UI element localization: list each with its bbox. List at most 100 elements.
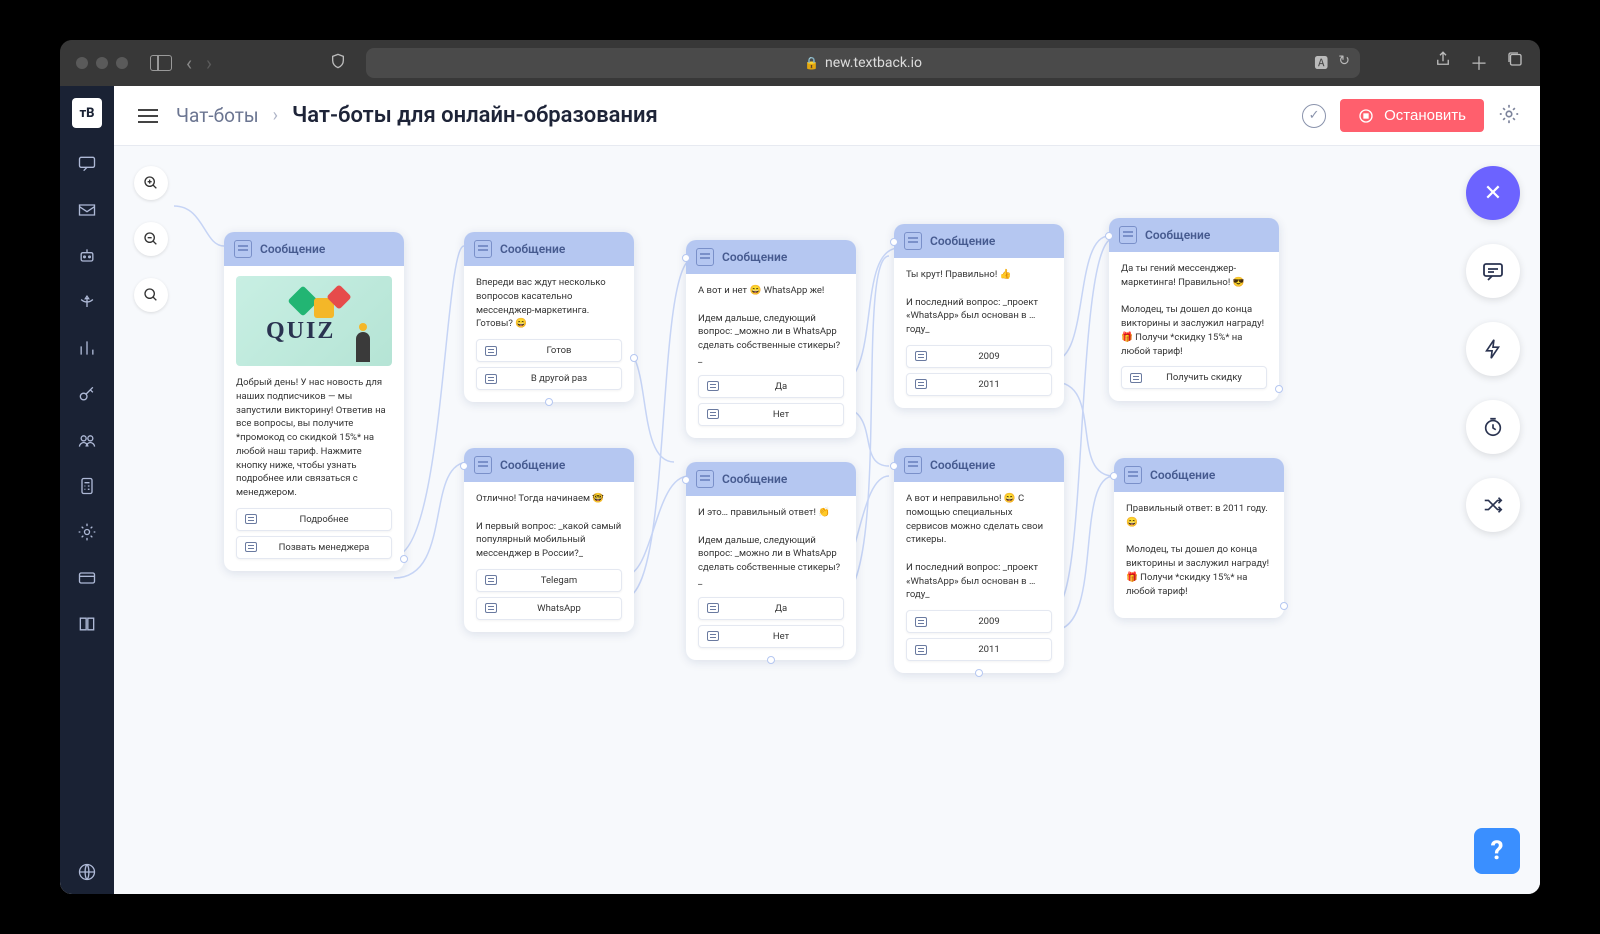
app-header: Чат-боты › Чат-боты для онлайн-образован… [114,86,1540,146]
node-title: Сообщение [500,242,565,256]
message-icon [1119,226,1137,244]
url-text: new.textback.io [825,55,922,71]
add-randomizer-button[interactable] [1466,478,1520,532]
sidebar-key-icon[interactable] [77,384,97,404]
node-text: А вот и нет 😄 WhatsApp же! Идем дальше, … [698,284,844,367]
node-button[interactable]: В другой раз [476,367,622,390]
message-icon [904,456,922,474]
flow-canvas[interactable]: ✕ ? [114,146,1540,894]
node-button[interactable]: Нет [698,403,844,426]
zoom-reset-button[interactable] [134,278,168,312]
message-icon [474,456,492,474]
window-traffic-lights[interactable] [76,57,128,69]
message-icon [1124,466,1142,484]
add-delay-button[interactable] [1466,400,1520,454]
sidebar-billing-icon[interactable] [77,568,97,588]
sidebar-inbox-icon[interactable] [77,200,97,220]
node-button[interactable]: Да [698,597,844,620]
node-button[interactable]: Готов [476,339,622,362]
node-text: Добрый день! У нас новость для наших под… [236,376,392,500]
sidebar-toggle-icon[interactable] [150,55,172,71]
node-title: Сообщение [930,458,995,472]
menu-toggle[interactable] [134,109,162,123]
node-text: Ты крут! Правильно! 👍 И последний вопрос… [906,268,1052,337]
flow-node[interactable]: Сообщение Да ты гений мессенджер-маркети… [1109,218,1279,401]
node-title: Сообщение [1145,228,1210,242]
flow-node[interactable]: Сообщение А вот и нет 😄 WhatsApp же! Иде… [686,240,856,438]
zoom-tools [134,166,168,312]
node-button[interactable]: Подробнее [236,508,392,531]
node-title: Сообщение [722,250,787,264]
sidebar-calculator-icon[interactable] [77,476,97,496]
breadcrumb-separator: › [273,105,278,126]
new-tab-icon[interactable]: ＋ [1470,50,1488,76]
node-button[interactable]: 2011 [906,373,1052,396]
nav-forward-icon[interactable]: › [206,51,212,75]
message-icon [696,248,714,266]
node-text: И это… правильный ответ! 👏 Идем дальше, … [698,506,844,589]
lock-icon: 🔒 [804,56,819,70]
node-button[interactable]: WhatsApp [476,597,622,620]
sidebar-analytics-icon[interactable] [77,338,97,358]
add-action-button[interactable] [1466,322,1520,376]
app-logo[interactable]: тВ [72,98,102,128]
flow-node[interactable]: Сообщение Отлично! Тогда начинаем 🤓 И пе… [464,448,634,632]
close-panel-button[interactable]: ✕ [1466,166,1520,220]
zoom-in-button[interactable] [134,166,168,200]
quiz-image-text: QUIZ [266,318,335,345]
node-text: А вот и неправильно! 😄 С помощью специал… [906,492,1052,602]
node-title: Сообщение [500,458,565,472]
page-title: Чат-боты для онлайн-образования [292,103,658,128]
flow-node[interactable]: Сообщение Правильный ответ: в 2011 году.… [1114,458,1284,618]
shield-icon[interactable] [330,53,346,73]
message-icon [234,240,252,258]
stop-button[interactable]: Остановить [1340,99,1484,132]
flow-node[interactable]: Сообщение Ты крут! Правильно! 👍 И послед… [894,224,1064,408]
address-bar[interactable]: 🔒 new.textback.io 🅰 ↻ [366,48,1360,78]
node-title: Сообщение [1150,468,1215,482]
flow-node[interactable]: Сообщение QUIZ Добрый день! У нас новост… [224,232,404,571]
sidebar-bot-icon[interactable] [77,246,97,266]
node-text: Впереди вас ждут несколько вопросов каса… [476,276,622,331]
reload-icon[interactable]: ↻ [1338,53,1350,73]
node-text: Правильный ответ: в 2011 году. 😄 Молодец… [1126,502,1272,598]
node-button[interactable]: Получить скидку [1121,366,1267,389]
sidebar-broadcast-icon[interactable] [77,292,97,312]
sidebar-docs-icon[interactable] [77,614,97,634]
node-button[interactable]: 2009 [906,345,1052,368]
app-main: Чат-боты › Чат-боты для онлайн-образован… [114,86,1540,894]
breadcrumb-root[interactable]: Чат-боты [176,104,259,127]
header-settings-icon[interactable] [1498,103,1520,129]
node-button[interactable]: Позвать менеджера [236,536,392,559]
help-button[interactable]: ? [1474,828,1520,874]
nav-back-icon[interactable]: ‹ [186,51,192,75]
browser-toolbar: ‹ › 🔒 new.textback.io 🅰 ↻ ＋ [60,40,1540,86]
node-button[interactable]: 2009 [906,610,1052,633]
node-button[interactable]: Telegam [476,569,622,592]
validation-icon[interactable]: ✓ [1302,104,1326,128]
sidebar-chats-icon[interactable] [77,154,97,174]
translate-icon[interactable]: 🅰 [1314,53,1328,73]
message-icon [474,240,492,258]
node-button[interactable]: Да [698,375,844,398]
stop-button-label: Остановить [1384,107,1466,124]
zoom-out-button[interactable] [134,222,168,256]
flow-node[interactable]: Сообщение А вот и неправильно! 😄 С помощ… [894,448,1064,673]
tabs-icon[interactable] [1506,50,1524,76]
share-icon[interactable] [1434,50,1452,76]
node-title: Сообщение [930,234,995,248]
node-button[interactable]: 2011 [906,638,1052,661]
flow-node[interactable]: Сообщение И это… правильный ответ! 👏 Иде… [686,462,856,660]
message-icon [696,470,714,488]
message-icon [904,232,922,250]
browser-window: ‹ › 🔒 new.textback.io 🅰 ↻ ＋ тВ [60,40,1540,894]
add-message-button[interactable] [1466,244,1520,298]
sidebar-globe-icon[interactable] [77,862,97,882]
sidebar-audience-icon[interactable] [77,430,97,450]
node-text: Отлично! Тогда начинаем 🤓 И первый вопро… [476,492,622,561]
quiz-image: QUIZ [236,276,392,366]
node-text: Да ты гений мессенджер-маркетинга! Прави… [1121,262,1267,358]
flow-node[interactable]: Сообщение Впереди вас ждут несколько воп… [464,232,634,402]
node-button[interactable]: Нет [698,625,844,648]
sidebar-settings-icon[interactable] [77,522,97,542]
